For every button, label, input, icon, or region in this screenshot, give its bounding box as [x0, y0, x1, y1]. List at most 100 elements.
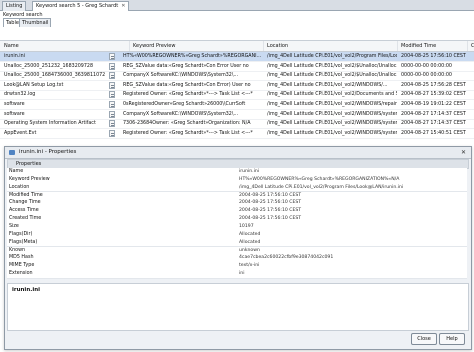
- cell-name: Operating System Information Artifact: [4, 121, 96, 127]
- property-value: irunin.ini: [239, 169, 260, 174]
- property-row[interactable]: Extension ini: [7, 270, 467, 279]
- table-row[interactable]: Unalloc_25000_251232_1683209728 REG_SZVal…: [0, 62, 474, 72]
- col-header-keyword-preview[interactable]: Keyword Preview: [129, 41, 264, 51]
- property-key: Flags(Meta): [9, 239, 38, 245]
- subtab-table-label: Table: [6, 20, 19, 26]
- property-key: Size: [9, 223, 19, 229]
- property-key: Extension: [9, 271, 33, 277]
- cell-location: /img_4Dell Latitude CPi.E01/vol_vol2/WIN…: [267, 102, 397, 107]
- property-value: HT%«W00%REGOWNER%«Greg Schardt»%REGORGAN…: [239, 176, 400, 182]
- table-row[interactable]: Look@LAN Setup Log.txt REG_SZValue data:«…: [0, 81, 474, 91]
- tab-keyword-search[interactable]: Keyword search 5 - Greg Schardt ✕: [32, 1, 130, 11]
- cell-name: software: [4, 111, 25, 117]
- file-icon: [109, 91, 115, 99]
- cell-keyword-preview: Registered Owner: «Greg Schardt»*---> Ta…: [123, 130, 253, 136]
- cell-name: Unalloc_25000_251232_1683209728: [4, 63, 94, 69]
- cell-location: /img_4Dell Latitude CPi.E01/vol_vol2/WIN…: [267, 130, 397, 136]
- col-header-location[interactable]: Location: [263, 41, 398, 51]
- close-button[interactable]: Close: [411, 333, 437, 345]
- top-tab-strip: Listing Keyword search 5 - Greg Schardt ✕: [0, 0, 474, 11]
- cell-modified-time: 2004-08-19 19:01:22 CEST: [401, 102, 466, 107]
- property-value: /img_4Dell Latitude CPi.E01/vol_vol2/Pro…: [239, 184, 404, 190]
- file-icon: [109, 81, 115, 89]
- table-row[interactable]: software CompanyX SoftwareKC:\WINDOWS\Sys…: [0, 110, 474, 120]
- cell-modified-time: 2004-08-27 17:14:37 CEST: [401, 121, 466, 127]
- section-label: Properties: [16, 161, 42, 167]
- property-value: Allocated: [239, 239, 261, 245]
- table-row[interactable]: drwtsn32.log Registered Owner: «Greg Scha…: [0, 90, 474, 101]
- tab-listing-label: Listing: [6, 3, 23, 9]
- help-button[interactable]: Help: [439, 333, 465, 345]
- cell-modified-time: 0000-00-00 00:00:00: [401, 63, 452, 69]
- cell-modified-time: 2004-08-27 17:14:37 CEST: [401, 111, 466, 117]
- property-value: 4cae7cbea2c60022cfbf9e30874042c091: [239, 255, 334, 261]
- property-key: Location: [9, 184, 30, 190]
- property-value: Allocated: [239, 231, 261, 237]
- file-icon: [109, 62, 115, 70]
- cell-keyword-preview: REG_SZValue data:«Greg Schardt»Con Error…: [123, 82, 251, 88]
- table-row[interactable]: Operating System Information Artifact 730…: [0, 119, 474, 130]
- property-key: Modified Time: [9, 192, 43, 198]
- file-icon: [109, 72, 115, 80]
- cell-keyword-preview: REG_SZValue data:«Greg Schardt»Con Error…: [123, 63, 249, 69]
- description-title: irunin.ini: [12, 287, 41, 293]
- tab-listing[interactable]: Listing: [2, 1, 27, 11]
- app-icon: [9, 150, 15, 155]
- subtab-thumbnail[interactable]: Thumbnail: [19, 18, 52, 27]
- dialog-titlebar[interactable]: irunin.ini - Properties ✕: [5, 147, 471, 159]
- tab-keyword-search-label: Keyword search 5 - Greg Schardt: [36, 3, 119, 9]
- property-value: ini: [239, 271, 245, 277]
- property-key: MIME Type: [9, 263, 35, 269]
- file-icon: [109, 129, 115, 137]
- col-header-change[interactable]: C: [467, 41, 474, 51]
- property-key: Name: [9, 169, 24, 174]
- file-icon: [109, 110, 115, 118]
- cell-name: drwtsn32.log: [4, 92, 36, 98]
- property-key: Access Time: [9, 208, 39, 214]
- cell-location: /img_4Dell Latitude CPi.E01/vol_vol2/Pro…: [267, 54, 397, 59]
- file-icon: [109, 120, 115, 128]
- table-row[interactable]: irunin.ini HT%«W00%REGOWNER%«Greg Schardt…: [0, 52, 474, 62]
- subtab-thumbnail-label: Thumbnail: [22, 20, 49, 26]
- property-key: Keyword Preview: [9, 176, 50, 182]
- table-row[interactable]: Unalloc_25000_1684736000_3639811072 Compa…: [0, 71, 474, 82]
- table-row[interactable]: AppEvent.Evt Registered Owner: «Greg Scha…: [0, 129, 474, 139]
- close-tab-icon[interactable]: ✕: [121, 3, 125, 9]
- property-key: Created Time: [9, 216, 42, 222]
- results-table: Name Keyword Preview Location Modified T…: [0, 40, 474, 151]
- col-header-name[interactable]: Name: [0, 41, 130, 51]
- cell-keyword-preview: CompanyX SoftwareKC:\WINDOWS\System32\..…: [123, 73, 239, 79]
- file-icon: [109, 53, 115, 60]
- property-value: 2004-08-25 17:56:10 CEST: [239, 200, 302, 206]
- cell-name: AppEvent.Evt: [4, 130, 37, 136]
- cell-name: irunin.ini: [4, 54, 25, 59]
- cell-keyword-preview: 7306-23684Owner: «Greg Schardt»Organizat…: [123, 121, 251, 127]
- cell-modified-time: 2004-08-25 17:56:10 CEST: [401, 54, 466, 59]
- property-key: Flags(Dir): [9, 231, 33, 237]
- cell-modified-time: 2004-08-27 15:39:02 CEST: [401, 92, 466, 98]
- cell-location: /img_4Dell Latitude CPi.E01/vol_vol2/WIN…: [267, 121, 397, 127]
- cell-name: Unalloc_25000_1684736000_3639811072: [4, 73, 106, 79]
- cell-modified-time: 2004-08-25 17:56:28 CEST: [401, 82, 466, 88]
- dialog-title: irunin.ini - Properties: [19, 149, 77, 155]
- property-value: 2004-08-25 17:56:10 CEST: [239, 208, 302, 214]
- cell-location: /img_4Dell Latitude CPi.E01/vol_vol2/Doc…: [267, 92, 397, 98]
- table-row[interactable]: software 0sRegisteredOwner«Greg Schardt»2…: [0, 100, 474, 110]
- table-header: Name Keyword Preview Location Modified T…: [0, 41, 474, 52]
- property-value: 10197: [239, 223, 254, 229]
- close-icon[interactable]: ✕: [459, 148, 468, 157]
- cell-location: /img_4Dell Latitude CPi.E01/vol_vol2/WIN…: [267, 82, 388, 88]
- property-value: 2004-08-25 17:56:10 CEST: [239, 216, 302, 222]
- cell-keyword-preview: 0sRegisteredOwner«Greg Schardt»26000\\Cu…: [123, 102, 246, 107]
- cell-modified-time: 2004-08-27 15:40:51 CEST: [401, 130, 466, 136]
- cell-modified-time: 0000-00-00 00:00:00: [401, 73, 452, 79]
- cell-name: software: [4, 102, 25, 107]
- col-header-modified-time[interactable]: Modified Time: [397, 41, 468, 51]
- cell-location: /img_4Dell Latitude CPi.E01/vol_vol2/WIN…: [267, 111, 397, 117]
- property-key: Change Time: [9, 200, 41, 206]
- file-icon: [109, 101, 115, 108]
- property-key: Known: [9, 247, 26, 253]
- property-value: 2004-08-25 17:56:10 CEST: [239, 192, 302, 198]
- cell-location: /img_4Dell Latitude CPi.E01/vol_vol2/$Un…: [267, 63, 397, 69]
- cell-keyword-preview: Registered Owner: «Greg Schardt»*---> Ta…: [123, 92, 253, 98]
